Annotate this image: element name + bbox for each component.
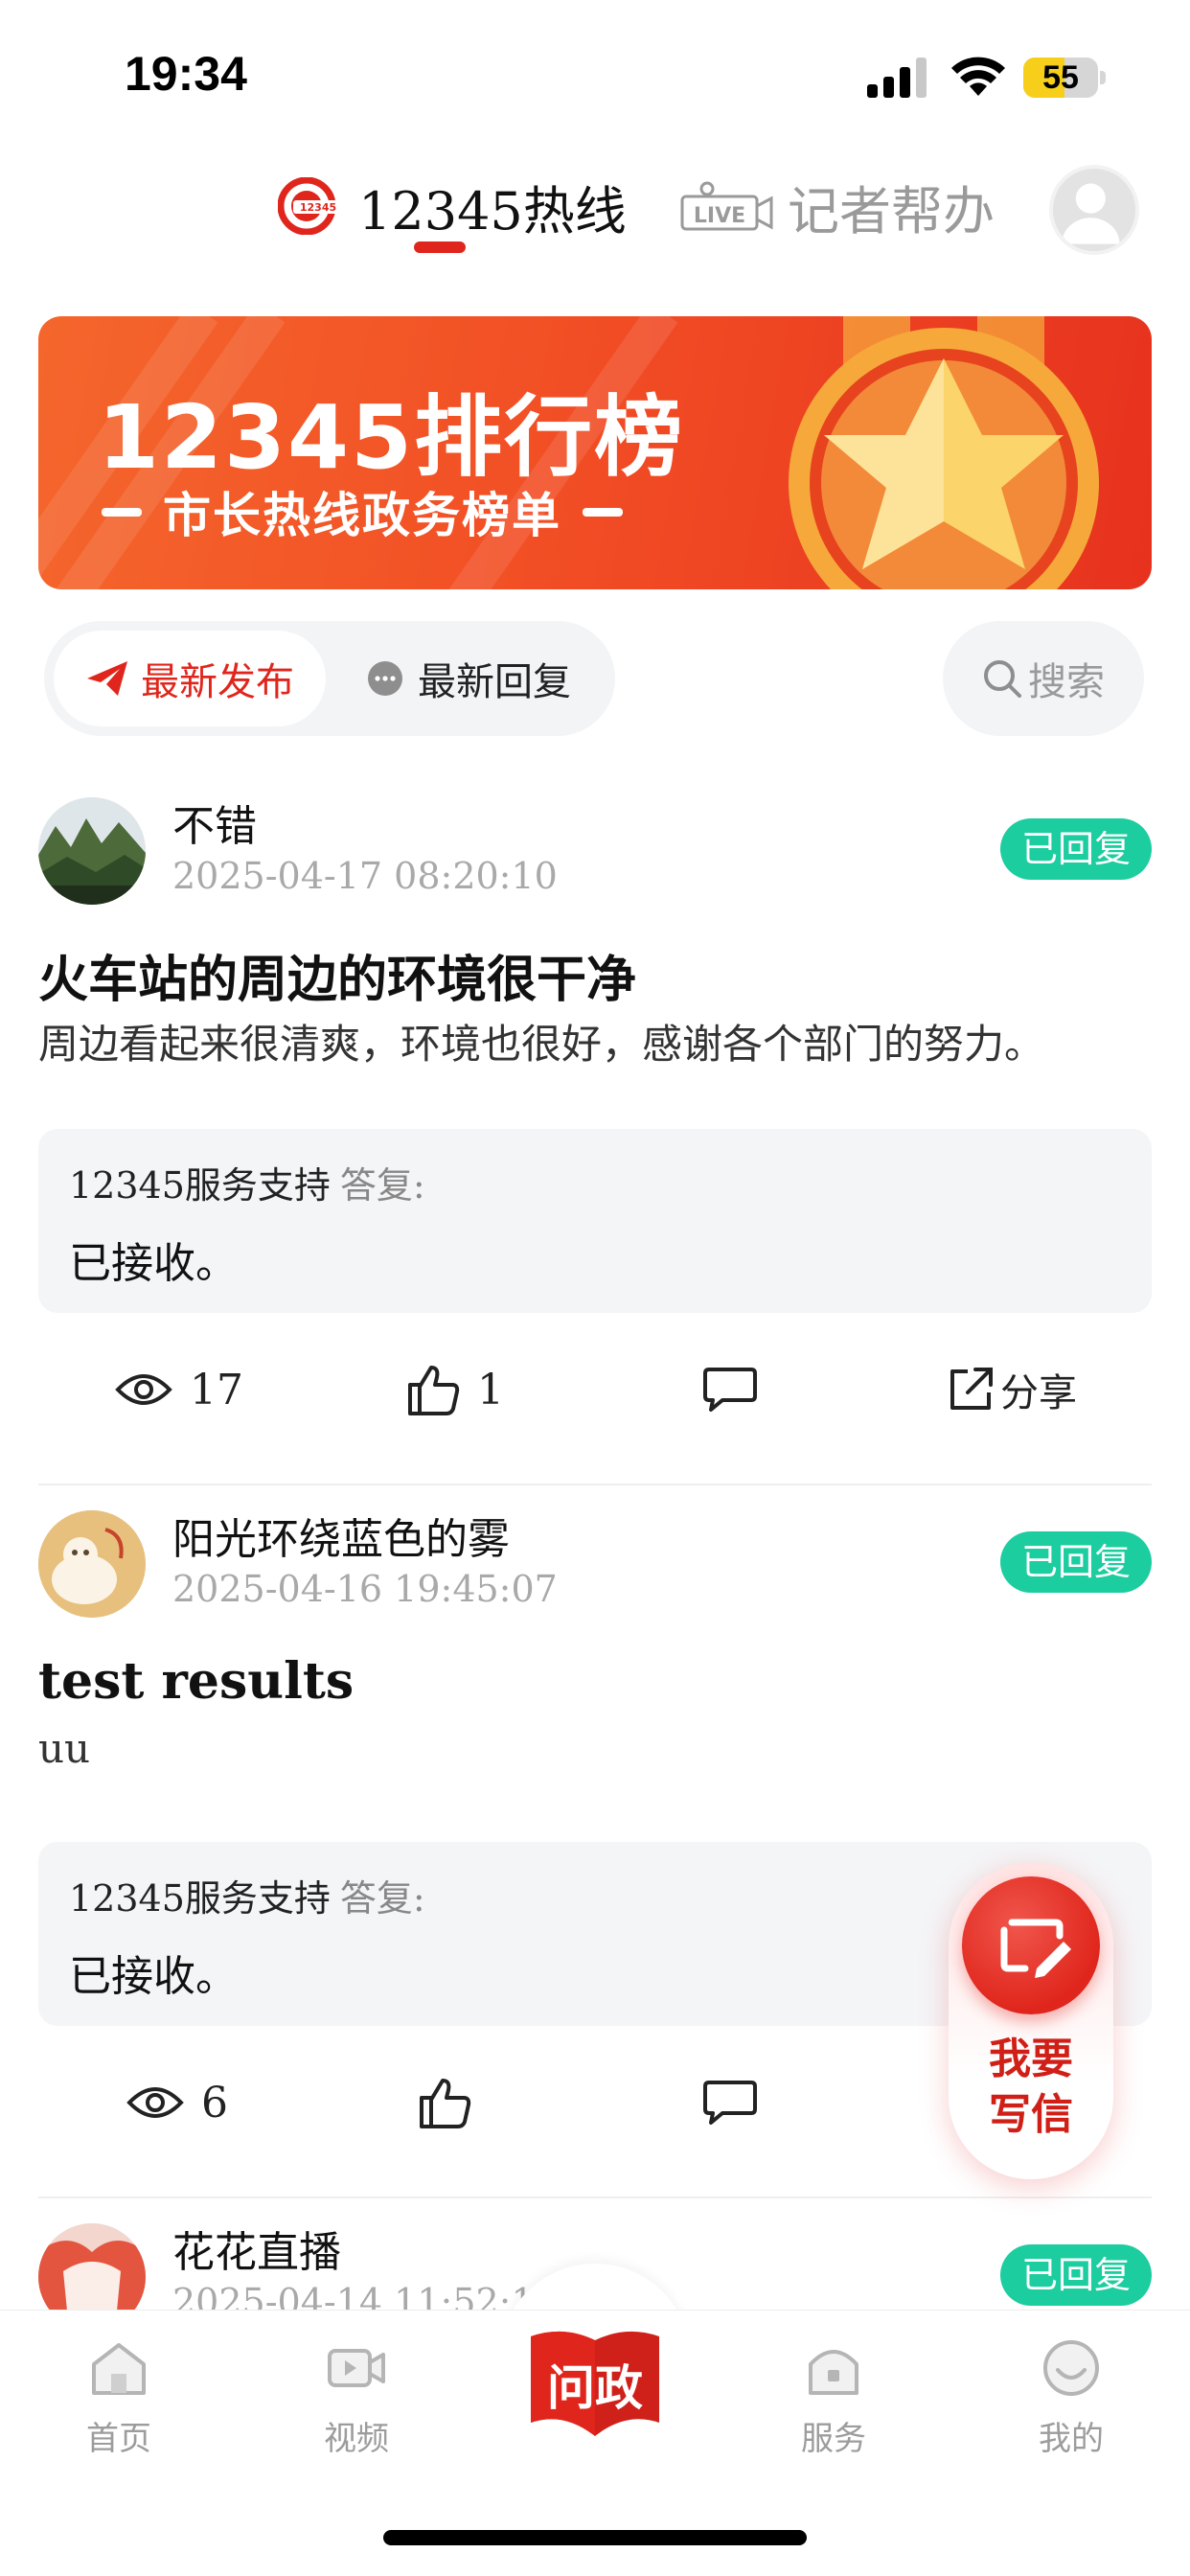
signal-icon bbox=[867, 58, 927, 98]
tab-latest-replies[interactable]: 最新回复 bbox=[366, 631, 596, 726]
tab-12345-hotline[interactable]: 12345 12345热线 bbox=[278, 163, 627, 249]
chat-bubble-icon bbox=[368, 661, 402, 696]
avatar[interactable] bbox=[38, 797, 146, 905]
share-icon bbox=[950, 1368, 993, 1410]
reply-author: 12345服务支持 答复: bbox=[69, 1869, 425, 1921]
nav-service[interactable]: 服务 bbox=[757, 2337, 910, 2481]
service-icon bbox=[809, 2350, 858, 2395]
user-icon bbox=[1062, 183, 1120, 244]
nav-video[interactable]: 视频 bbox=[280, 2337, 433, 2481]
post-author: 阳光环绕蓝色的雾 bbox=[172, 1515, 510, 1564]
post-author: 花花直播 bbox=[172, 2228, 341, 2277]
eye-icon bbox=[115, 1374, 172, 1405]
views-count: 6 bbox=[201, 2078, 228, 2128]
write-line-2: 写信 bbox=[989, 2090, 1073, 2139]
divider bbox=[38, 2196, 1152, 2198]
likes-count: 1 bbox=[477, 1365, 504, 1414]
comment-icon bbox=[703, 1368, 757, 1412]
divider bbox=[38, 1484, 1152, 1485]
hotline-logo-icon: 12345 bbox=[278, 177, 343, 235]
nav-wenzheng-label: 问政 bbox=[547, 2359, 643, 2416]
nav-mine[interactable]: 我的 bbox=[995, 2337, 1148, 2481]
post-actions: 17 1 分享 bbox=[38, 1342, 1152, 1438]
status-badge: 已回复 bbox=[999, 2244, 1152, 2306]
banner-subtitle-row: 市长热线政务榜单 bbox=[102, 477, 623, 546]
write-letter-label: 我要 写信 bbox=[949, 2032, 1113, 2143]
reply-suffix: 答复: bbox=[339, 1877, 425, 1920]
share-label: 分享 bbox=[1000, 1371, 1077, 1415]
reply-text: 已接收。 bbox=[69, 1239, 238, 1288]
comment-button[interactable] bbox=[703, 2055, 757, 2150]
nav-home-label: 首页 bbox=[86, 2420, 151, 2458]
views-counter: 6 bbox=[126, 2055, 228, 2150]
battery-percent: 55 bbox=[1042, 59, 1079, 96]
write-letter-button[interactable]: 我要 写信 bbox=[949, 1863, 1113, 2179]
thumbs-up-icon bbox=[420, 2079, 471, 2128]
wifi-icon bbox=[951, 57, 1005, 96]
status-badge: 已回复 bbox=[999, 818, 1152, 880]
eye-icon bbox=[126, 2087, 184, 2118]
reply-text: 已接收。 bbox=[69, 1952, 238, 2001]
post-author: 不错 bbox=[172, 802, 257, 851]
search-label: 搜索 bbox=[1028, 660, 1105, 704]
reply-box: 12345服务支持 答复: 已接收。 bbox=[38, 1129, 1152, 1313]
post-date: 2025-04-16 19:45:07 bbox=[172, 1568, 558, 1610]
paper-plane-icon bbox=[87, 661, 127, 696]
post-title: 火车站的周边的环境很干净 bbox=[38, 951, 637, 1009]
status-bar: 19:34 55 bbox=[0, 0, 1190, 144]
active-tab-indicator bbox=[414, 242, 466, 253]
live-icon: LIVE bbox=[680, 181, 773, 231]
tab-latest-replies-label: 最新回复 bbox=[418, 660, 571, 704]
views-count: 17 bbox=[190, 1365, 243, 1414]
nav-home[interactable]: 首页 bbox=[42, 2337, 195, 2481]
tab-hotline-label: 12345热线 bbox=[358, 180, 627, 242]
home-icon bbox=[92, 2343, 146, 2395]
svg-text:12345: 12345 bbox=[300, 201, 336, 214]
banner-subtitle: 市长热线政务榜单 bbox=[163, 488, 561, 543]
tab-reporter-help[interactable]: LIVE 记者帮办 bbox=[678, 163, 995, 249]
comment-icon bbox=[703, 2081, 757, 2125]
search-button[interactable]: 搜索 bbox=[943, 621, 1144, 736]
ranking-banner[interactable]: 12345排行榜 市长热线政务榜单 bbox=[38, 316, 1152, 589]
post-body: 周边看起来很清爽，环境也很好，感谢各个部门的努力。 bbox=[38, 1021, 1045, 1068]
thumbs-up-icon bbox=[408, 1366, 460, 1415]
reply-author-name: 12345服务支持 bbox=[69, 1877, 331, 1920]
reply-author: 12345服务支持 答复: bbox=[69, 1156, 425, 1208]
nav-video-label: 视频 bbox=[324, 2420, 389, 2458]
comment-button[interactable] bbox=[703, 1342, 757, 1438]
banner-title: 12345排行榜 bbox=[98, 386, 685, 489]
profile-icon bbox=[1043, 2340, 1099, 2396]
tab-latest-posts[interactable]: 最新发布 bbox=[54, 631, 326, 726]
like-button[interactable]: 1 bbox=[406, 1342, 504, 1438]
post-body: uu bbox=[38, 1725, 91, 1772]
tab-reporter-label: 记者帮办 bbox=[788, 180, 995, 242]
reply-author-name: 12345服务支持 bbox=[69, 1164, 331, 1207]
nav-mine-label: 我的 bbox=[1039, 2420, 1104, 2458]
status-time: 19:34 bbox=[125, 47, 247, 101]
tab-latest-posts-label: 最新发布 bbox=[141, 660, 294, 704]
reply-suffix: 答复: bbox=[339, 1164, 425, 1207]
battery-icon: 55 bbox=[1023, 58, 1106, 98]
nav-service-label: 服务 bbox=[801, 2420, 866, 2458]
write-line-1: 我要 bbox=[989, 2035, 1073, 2083]
user-avatar-button[interactable] bbox=[1049, 165, 1139, 255]
video-icon bbox=[328, 2349, 385, 2387]
live-logo-text: LIVE bbox=[694, 204, 745, 228]
search-icon bbox=[984, 660, 1021, 698]
share-button[interactable]: 分享 bbox=[947, 1342, 1077, 1438]
write-circle bbox=[962, 1876, 1100, 2014]
post-date: 2025-04-17 08:20:10 bbox=[172, 855, 558, 897]
home-indicator bbox=[383, 2530, 807, 2545]
like-button[interactable] bbox=[418, 2055, 471, 2150]
medal-icon bbox=[789, 316, 1099, 589]
compose-icon bbox=[1000, 1919, 1071, 1978]
status-badge: 已回复 bbox=[999, 1531, 1152, 1593]
feed-filter-tabs: 最新发布 最新回复 bbox=[44, 621, 615, 736]
nav-wenzheng[interactable]: 问政 bbox=[525, 2323, 665, 2448]
top-tabs: 12345 12345热线 LIVE 记者帮办 bbox=[0, 153, 1190, 268]
post-title: test results bbox=[38, 1652, 355, 1711]
avatar[interactable] bbox=[38, 1510, 146, 1618]
views-counter: 17 bbox=[115, 1342, 243, 1438]
